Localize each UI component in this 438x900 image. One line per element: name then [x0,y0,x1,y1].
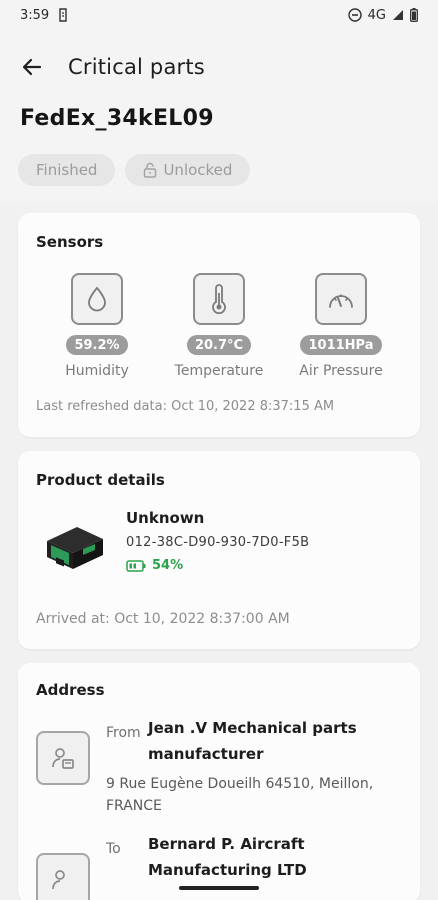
do-not-disturb-icon [347,8,362,22]
battery-level-icon [126,559,146,572]
sender-icon-box [36,731,90,785]
tracker-device-image [38,509,112,583]
drop-icon [88,286,106,312]
sensor-humidity: 59.2% Humidity [42,273,152,379]
home-indicator[interactable] [179,886,259,890]
product-details-card[interactable]: Product details Unknown 012-38C-D90-930-… [18,451,420,649]
from-body: From Jean .V Mechanical parts manufactur… [106,715,386,817]
address-title: Address [36,681,105,699]
sensor-icon-box [71,273,123,325]
screen: 3:59 4G Critical parts FedEx_34kEL09 Fin… [0,0,438,900]
product-name: Unknown [126,509,205,527]
last-refreshed-text: Last refreshed data: Oct 10, 2022 8:37:1… [36,399,335,414]
chip-label: Finished [36,161,98,179]
back-button[interactable] [14,49,50,85]
to-label: To [106,841,121,857]
page-title: Critical parts [68,55,205,79]
address-card: Address From Jean .V Mechanical parts ma… [18,663,420,900]
sensor-temperature: 20.7°C Temperature [164,273,274,379]
air-pressure-label: Air Pressure [299,363,383,379]
network-type: 4G [367,7,386,23]
product-row: Unknown 012-38C-D90-930-7D0-F5B 54% [36,509,402,583]
scroll-content[interactable]: Sensors 59.2% Humidity 20.7°C Temperatur… [0,203,438,900]
sensors-card: Sensors 59.2% Humidity 20.7°C Temperatur… [18,213,420,437]
sensors-title: Sensors [36,233,104,251]
temperature-label: Temperature [174,363,264,379]
contact-card-icon [52,870,65,890]
from-label: From [106,725,141,741]
battery-percent: 54% [152,558,184,573]
unlock-icon [144,162,157,178]
gauge-icon [329,294,353,308]
chip-label: Unlocked [163,161,233,179]
from-name: Jean .V Mechanical parts manufacturer [148,719,357,763]
recipient-icon-box [36,853,90,900]
arrow-left-icon [22,58,42,76]
arrived-at-text: Arrived at: Oct 10, 2022 8:37:00 AM [36,611,290,627]
chip-finished: Finished [18,154,116,186]
sync-icon [57,8,69,22]
status-bar: 3:59 4G [0,0,438,30]
to-name: Bernard P. Aircraft Manufacturing LTD [148,835,307,879]
thermometer-icon [212,284,226,314]
humidity-label: Humidity [65,363,129,379]
air-pressure-value: 1011HPa [300,335,382,355]
status-chips: Finished Unlocked [18,154,251,186]
humidity-value: 59.2% [66,335,128,355]
from-address-line: 9 Rue Eugène Doueilh 64510, Meillon, FRA… [106,776,374,814]
clock: 3:59 [20,7,50,23]
sensor-row: 59.2% Humidity 20.7°C Temperature 1011HP… [36,273,402,379]
product-serial: 012-38C-D90-930-7D0-F5B [126,535,310,550]
top-app-bar: Critical parts [0,44,438,90]
product-details-title: Product details [36,471,165,489]
address-from: From Jean .V Mechanical parts manufactur… [36,715,402,817]
shipment-id: FedEx_34kEL09 [20,106,214,131]
chip-unlocked: Unlocked [125,154,251,186]
sensor-air-pressure: 1011HPa Air Pressure [286,273,396,379]
product-info: Unknown 012-38C-D90-930-7D0-F5B 54% [126,509,309,583]
battery-icon [410,8,418,22]
battery-status: 54% [126,558,309,573]
temperature-value: 20.7°C [186,335,252,355]
contact-card-icon [52,748,74,769]
sensor-icon-box [315,273,367,325]
sensor-icon-box [193,273,245,325]
signal-icon [392,9,404,21]
